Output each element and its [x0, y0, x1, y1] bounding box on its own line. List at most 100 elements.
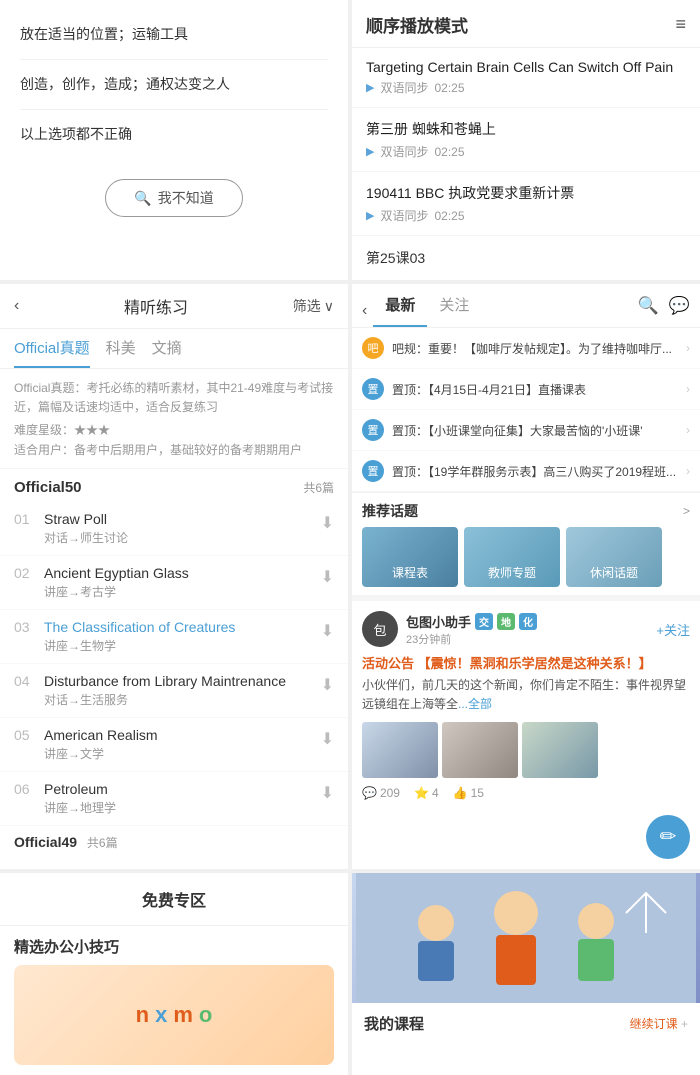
- track-item-1[interactable]: 02 Ancient Egyptian Glass 讲座→考古学 ⬇: [0, 556, 348, 610]
- seq-item-0[interactable]: Targeting Certain Brain Cells Can Switch…: [352, 48, 700, 108]
- notice-text-3: 置顶：【19学年群服务示表】高三八购买了2019程班...: [392, 463, 686, 480]
- download-icon-3[interactable]: ⬇: [321, 673, 334, 695]
- mycourse-header-row: 我的课程 继续订课 +: [364, 1013, 688, 1034]
- track-type-4: 讲座→文学: [44, 745, 158, 762]
- notice-item-3[interactable]: 置 置顶：【19学年群服务示表】高三八购买了2019程班... ›: [352, 451, 700, 492]
- download-icon-5[interactable]: ⬇: [321, 781, 334, 803]
- read-more-link[interactable]: ...全部: [458, 697, 492, 711]
- download-icon-2[interactable]: ⬇: [321, 619, 334, 641]
- seq-item-title-0: Targeting Certain Brain Cells Can Switch…: [366, 59, 686, 75]
- mycourse-more-button[interactable]: 继续订课 +: [630, 1015, 688, 1032]
- quiz-options: 放在适当的位置；运输工具 创造，创作，造成；通权达变之人 以上选项都不正确: [0, 0, 348, 169]
- listen-tabs: Official真题 科美 文摘: [0, 329, 348, 369]
- notice-text-0: 吧规：重要！【咖啡厅发帖规定】。为了维持咖啡厅...: [392, 340, 686, 357]
- seq-item-meta-1: ▶ 双语同步 02:25: [366, 143, 686, 160]
- play-icon-2: ▶: [366, 209, 374, 222]
- notice-item-0[interactable]: 吧 吧规：重要！【咖啡厅发帖规定】。为了维持咖啡厅... ›: [352, 328, 700, 369]
- seq-lesson-num: 第25课03: [352, 236, 700, 280]
- listen-title: 精听练习: [124, 294, 188, 318]
- post-meta: 包图小助手 交 地 化 23分钟前: [406, 612, 648, 647]
- free-section-title: 精选办公小技巧: [0, 926, 348, 965]
- post-title: 活动公告 【震惊！黑洞和乐学居然是这种关系！】: [362, 653, 690, 672]
- fab-compose-button[interactable]: ✏: [646, 815, 690, 859]
- listen-panel: ‹ 精听练习 筛选 ∨ Official真题 科美 文摘 Official真题：…: [0, 284, 348, 869]
- search-icon: 🔍: [134, 190, 151, 207]
- unknown-button[interactable]: 🔍 我不知道: [105, 179, 242, 217]
- notice-icon-2: 置: [362, 419, 384, 441]
- course-thumbnail: [352, 873, 700, 1003]
- topic-img-1[interactable]: 教师专题: [464, 527, 560, 587]
- seq-item-1[interactable]: 第三册 蜘蛛和苍蝇上 ▶ 双语同步 02:25: [352, 108, 700, 172]
- letter-m: m: [173, 1002, 193, 1028]
- listen-back-button[interactable]: ‹: [14, 297, 19, 315]
- seq-mode-icon[interactable]: ≡: [675, 14, 686, 35]
- mycourse-title: 我的课程: [364, 1013, 424, 1034]
- track-item-2[interactable]: 03 The Classification of Creatures 讲座→生物…: [0, 610, 348, 664]
- seq-header: 顺序播放模式 ≡: [352, 0, 700, 48]
- tab-official[interactable]: Official真题: [14, 337, 90, 368]
- track-name-0: Straw Poll: [44, 511, 128, 527]
- download-icon-4[interactable]: ⬇: [321, 727, 334, 749]
- badge-hua: 化: [519, 613, 537, 630]
- listen-filter-button[interactable]: 筛选 ∨: [293, 296, 334, 316]
- comm-action-icons: 🔍 💬: [638, 296, 690, 326]
- topic-images: 课程表 教师专题 休闲话题: [352, 527, 700, 595]
- track-type-1: 讲座→考古学: [44, 583, 189, 600]
- post-content: 小伙伴们，前几天的这个新闻，你们肯定不陌生：事件视界望远镜组在上海等全...全部: [362, 676, 690, 714]
- notice-icon-3: 置: [362, 460, 384, 482]
- mycourse-content: 我的课程 继续订课 +: [352, 1003, 700, 1048]
- track-item-0[interactable]: 01 Straw Poll 对话→师生讨论 ⬇: [0, 502, 348, 556]
- chevron-right-icon: +: [681, 1017, 688, 1031]
- tab-science[interactable]: 科美: [106, 337, 136, 368]
- post-img-2: [522, 722, 598, 778]
- track-item-3[interactable]: 04 Disturbance from Library Maintrenance…: [0, 664, 348, 718]
- track-name-3: Disturbance from Library Maintrenance: [44, 673, 286, 689]
- message-icon[interactable]: 💬: [669, 296, 690, 316]
- badge-jiao: 交: [475, 613, 493, 630]
- download-icon-1[interactable]: ⬇: [321, 565, 334, 587]
- notice-icon-0: 吧: [362, 337, 384, 359]
- seq-item-2[interactable]: 190411 BBC 执政党要求重新计票 ▶ 双语同步 02:25: [352, 172, 700, 236]
- listen-description: Official真题：考托必练的精听素材，其中21-49难度与考试接近，篇幅及话…: [0, 369, 348, 469]
- section-count: 共6篇: [303, 479, 334, 496]
- quiz-option-3[interactable]: 以上选项都不正确: [20, 110, 328, 159]
- chevron-icon-2: ›: [686, 423, 690, 437]
- free-zone-header: 免费专区: [0, 873, 348, 926]
- track-item-5[interactable]: 06 Petroleum 讲座→地理学 ⬇: [0, 772, 348, 826]
- track-type-0: 对话→师生讨论: [44, 529, 128, 546]
- chevron-icon-0: ›: [686, 341, 690, 355]
- seq-item-title-1: 第三册 蜘蛛和苍蝇上: [366, 119, 686, 139]
- topics-more[interactable]: >: [683, 504, 690, 518]
- free-thumb-image: n x m o: [14, 965, 334, 1065]
- track-item-4[interactable]: 05 American Realism 讲座→文学 ⬇: [0, 718, 348, 772]
- notice-item-2[interactable]: 置 置顶：【小班课堂向征集】大家最苦恼的'小班课' ›: [352, 410, 700, 451]
- letter-display: n x m o: [136, 1002, 213, 1028]
- post-header: 包 包图小助手 交 地 化 23分钟前 +关注: [362, 611, 690, 647]
- follow-button[interactable]: +关注: [656, 620, 690, 639]
- play-icon-0: ▶: [366, 81, 374, 94]
- tab-latest[interactable]: 最新: [373, 294, 427, 327]
- comment-count: 💬 209: [362, 786, 400, 800]
- quiz-option-1[interactable]: 放在适当的位置；运输工具: [20, 10, 328, 60]
- tab-digest[interactable]: 文摘: [152, 337, 182, 368]
- letter-n: n: [136, 1002, 149, 1028]
- quiz-option-2[interactable]: 创造，创作，造成；通权达变之人: [20, 60, 328, 110]
- chevron-icon-1: ›: [686, 382, 690, 396]
- track-type-5: 讲座→地理学: [44, 799, 116, 816]
- track-name-4: American Realism: [44, 727, 158, 743]
- track-name-2: The Classification of Creatures: [44, 619, 235, 635]
- comm-back-button[interactable]: ‹: [362, 302, 367, 320]
- download-icon-0[interactable]: ⬇: [321, 511, 334, 533]
- search-icon[interactable]: 🔍: [638, 296, 659, 316]
- tab-following[interactable]: 关注: [427, 294, 481, 327]
- topic-img-0[interactable]: 课程表: [362, 527, 458, 587]
- notice-item-1[interactable]: 置 置顶：【4月15日-4月21日】直播课表 ›: [352, 369, 700, 410]
- post-author-name: 包图小助手 交 地 化: [406, 612, 648, 631]
- post-footer: 💬 209 ⭐ 4 👍 15: [362, 786, 690, 800]
- topic-img-2[interactable]: 休闲话题: [566, 527, 662, 587]
- community-panel: ‹ 最新 关注 🔍 💬 吧 吧规：重要！【咖啡厅发帖规定】。为了维持咖啡厅...…: [352, 284, 700, 869]
- play-icon-1: ▶: [366, 145, 374, 158]
- chevron-down-icon: ∨: [324, 298, 334, 315]
- track-name-1: Ancient Egyptian Glass: [44, 565, 189, 581]
- quiz-panel: 放在适当的位置；运输工具 创造，创作，造成；通权达变之人 以上选项都不正确 🔍 …: [0, 0, 348, 280]
